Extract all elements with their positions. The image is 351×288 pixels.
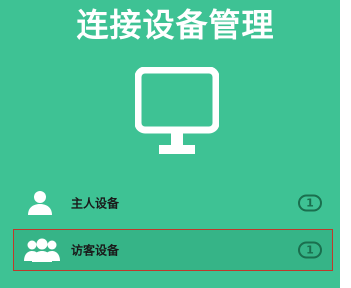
device-row-label: 主人设备	[71, 196, 120, 211]
device-count-badge: 1	[298, 241, 322, 259]
page-title: 连接设备管理	[76, 6, 275, 44]
device-row-guest[interactable]: 访客设备 1	[13, 229, 333, 271]
device-management-panel: 连接设备管理 主人设备 1 访客设备 1	[0, 0, 340, 288]
device-row-label: 访客设备	[71, 243, 120, 258]
device-count-badge: 1	[298, 194, 322, 212]
monitor-icon	[135, 67, 219, 154]
device-row-host[interactable]: 主人设备 1	[0, 180, 340, 226]
users-icon	[24, 238, 60, 262]
user-icon	[28, 191, 52, 215]
